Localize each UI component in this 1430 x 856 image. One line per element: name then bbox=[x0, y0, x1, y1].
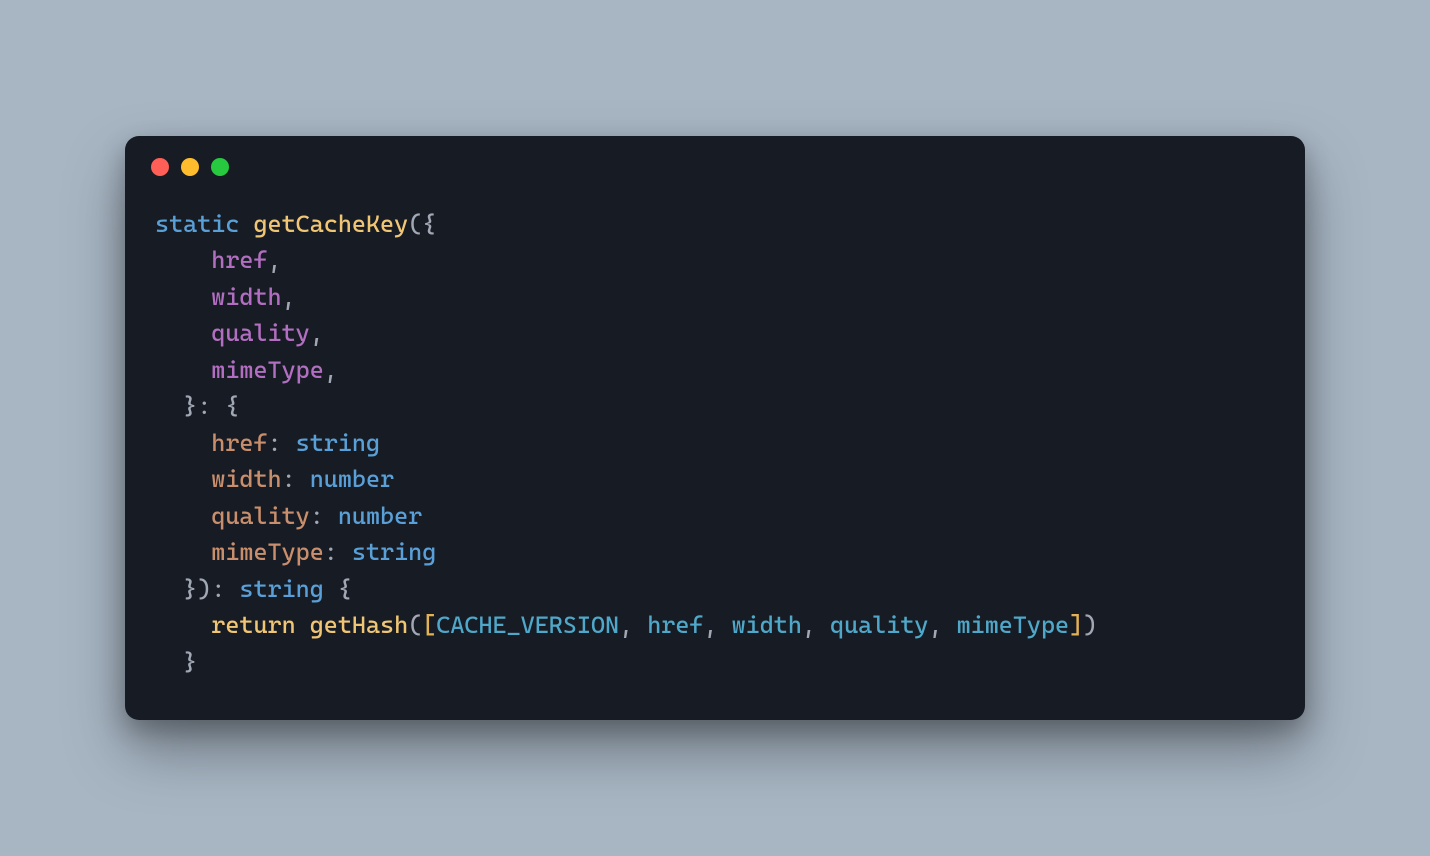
colon: : bbox=[310, 502, 338, 530]
punct: ({ bbox=[408, 210, 436, 238]
type-number: number bbox=[310, 465, 394, 493]
type-string: string bbox=[352, 538, 436, 566]
sep: , bbox=[928, 611, 956, 639]
keyword-return: return bbox=[211, 611, 295, 639]
sep: , bbox=[703, 611, 731, 639]
maximize-icon[interactable] bbox=[211, 158, 229, 176]
code-block: static getCacheKey({ href, width, qualit… bbox=[125, 186, 1305, 720]
punct: }): bbox=[183, 575, 239, 603]
keyword-static: static bbox=[155, 210, 239, 238]
param-quality: quality bbox=[211, 319, 309, 347]
function-name: getCacheKey bbox=[253, 210, 408, 238]
minimize-icon[interactable] bbox=[181, 158, 199, 176]
ident-width: width bbox=[732, 611, 802, 639]
typekey-quality: quality bbox=[211, 502, 309, 530]
space bbox=[296, 611, 310, 639]
paren-close: ) bbox=[1083, 611, 1097, 639]
type-string: string bbox=[296, 429, 380, 457]
type-open: }: { bbox=[183, 392, 239, 420]
comma: , bbox=[268, 246, 282, 274]
ident-mimetype: mimeType bbox=[957, 611, 1070, 639]
bracket-close: ] bbox=[1069, 611, 1083, 639]
const-cache-version: CACHE_VERSION bbox=[436, 611, 619, 639]
window-titlebar bbox=[125, 136, 1305, 186]
call-gethash: getHash bbox=[310, 611, 408, 639]
typekey-href: href bbox=[211, 429, 267, 457]
sep: , bbox=[802, 611, 830, 639]
type-number: number bbox=[338, 502, 422, 530]
close-icon[interactable] bbox=[151, 158, 169, 176]
ident-quality: quality bbox=[830, 611, 928, 639]
comma: , bbox=[324, 356, 338, 384]
typekey-mimetype: mimeType bbox=[211, 538, 324, 566]
comma: , bbox=[282, 283, 296, 311]
sep: , bbox=[619, 611, 647, 639]
param-width: width bbox=[211, 283, 281, 311]
ident-href: href bbox=[647, 611, 703, 639]
brace-open: { bbox=[324, 575, 352, 603]
comma: , bbox=[310, 319, 324, 347]
brace-close: } bbox=[183, 648, 197, 676]
code-window: static getCacheKey({ href, width, qualit… bbox=[125, 136, 1305, 720]
return-type: string bbox=[239, 575, 323, 603]
param-href: href bbox=[211, 246, 267, 274]
paren-open: ( bbox=[408, 611, 422, 639]
colon: : bbox=[324, 538, 352, 566]
colon: : bbox=[268, 429, 296, 457]
param-mimetype: mimeType bbox=[211, 356, 324, 384]
typekey-width: width bbox=[211, 465, 281, 493]
bracket-open: [ bbox=[422, 611, 436, 639]
colon: : bbox=[282, 465, 310, 493]
